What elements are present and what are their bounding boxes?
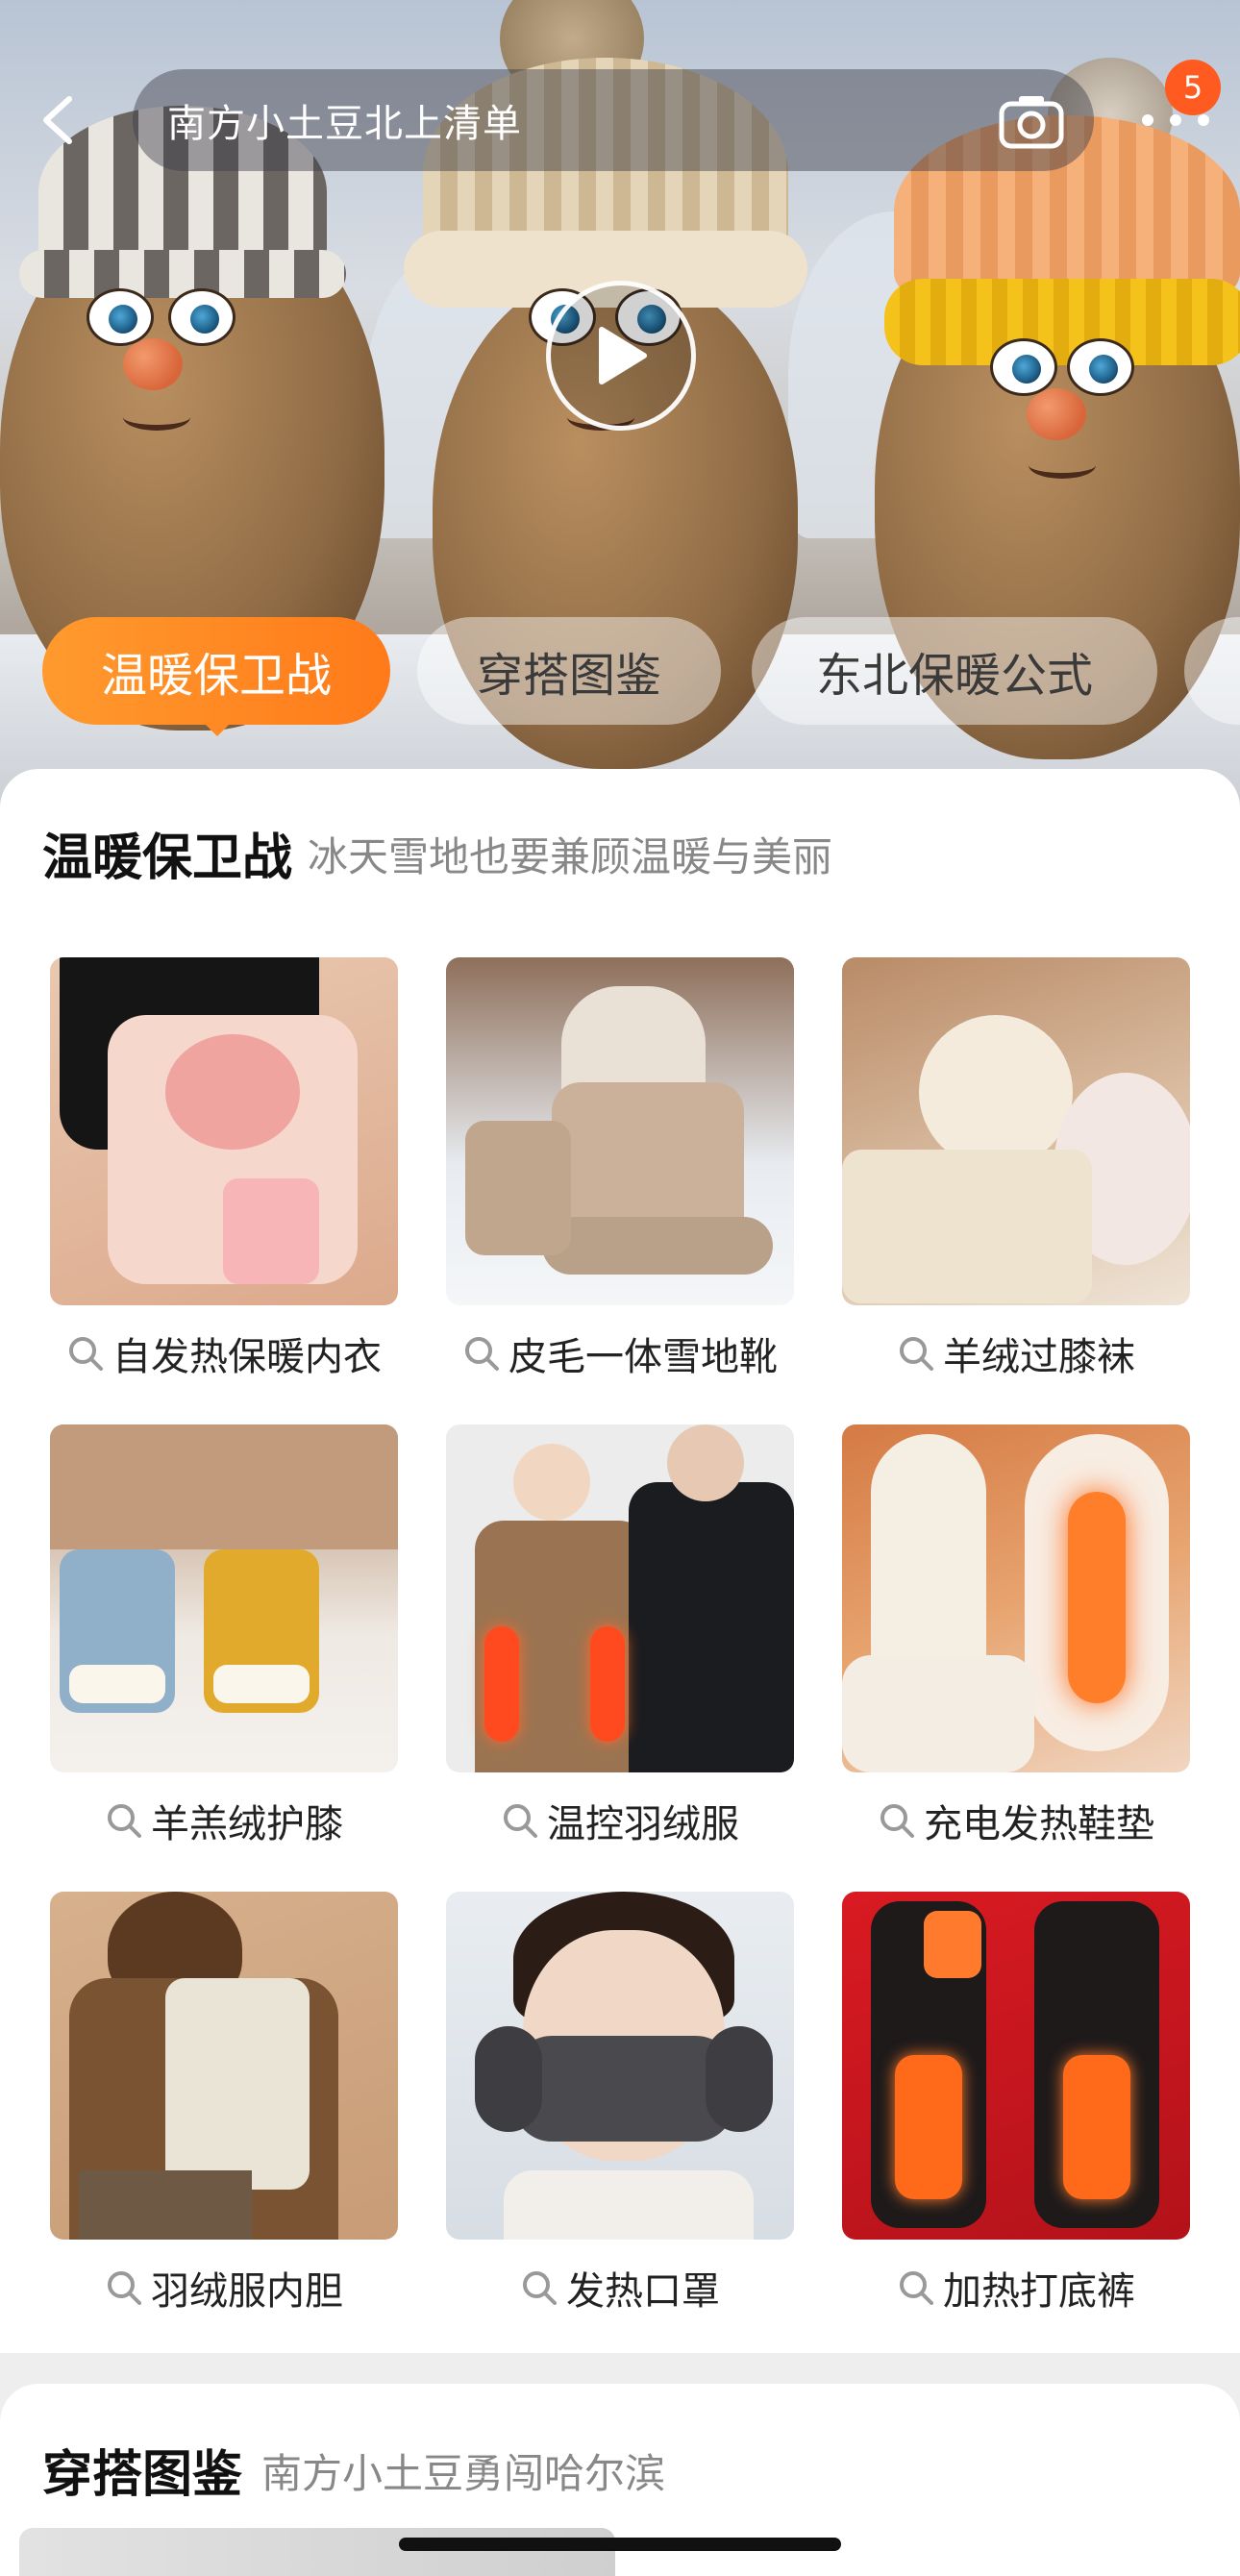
product-image	[50, 957, 398, 1305]
section-title: 温暖保卫战	[42, 830, 293, 887]
hero-video-banner[interactable]: 南方小土豆北上清单 5 温暖保卫战 穿搭图鉴 东北保暖公式	[0, 0, 1240, 827]
search-icon	[465, 1337, 499, 1371]
product-card[interactable]: 皮毛一体雪地靴	[446, 957, 794, 1382]
product-image	[842, 1424, 1190, 1772]
product-card[interactable]: 充电发热鞋垫	[842, 1424, 1190, 1849]
product-card[interactable]: 加热打底裤	[842, 1892, 1190, 2316]
camera-search-button[interactable]	[998, 92, 1065, 150]
product-image	[446, 1892, 794, 2240]
more-dots-icon	[1142, 114, 1153, 126]
product-label: 羊羔绒护膝	[151, 1802, 343, 1846]
search-icon	[523, 2271, 557, 2305]
product-card[interactable]: 自发热保暖内衣	[50, 957, 398, 1382]
tab-more-partial[interactable]	[1184, 617, 1240, 725]
section-subtitle: 冰天雪地也要兼顾温暖与美丽	[308, 833, 833, 880]
product-label: 发热口罩	[566, 2269, 720, 2314]
product-label: 温控羽绒服	[547, 1802, 739, 1846]
tab-warmth[interactable]: 温暖保卫战	[42, 617, 390, 725]
category-tabs: 温暖保卫战 穿搭图鉴 东北保暖公式	[0, 617, 1240, 728]
search-icon	[900, 2271, 933, 2305]
back-button[interactable]	[29, 91, 87, 149]
section-title: 穿搭图鉴	[42, 2446, 243, 2504]
product-card[interactable]: 发热口罩	[446, 1892, 794, 2316]
product-image	[50, 1892, 398, 2240]
search-icon	[900, 1337, 933, 1371]
notification-badge: 5	[1165, 60, 1221, 115]
product-card[interactable]: 温控羽绒服	[446, 1424, 794, 1849]
product-label: 加热打底裤	[943, 2269, 1135, 2314]
product-image	[50, 1424, 398, 1772]
product-label: 皮毛一体雪地靴	[508, 1335, 778, 1379]
search-bar[interactable]: 南方小土豆北上清单	[133, 69, 1094, 171]
tab-outfits[interactable]: 穿搭图鉴	[417, 617, 721, 725]
home-indicator[interactable]	[399, 2538, 841, 2551]
section-subtitle: 南方小土豆勇闯哈尔滨	[261, 2450, 666, 2497]
product-card[interactable]: 羊绒过膝袜	[842, 957, 1190, 1382]
play-icon	[599, 327, 647, 384]
product-image	[446, 957, 794, 1305]
tab-northeast-formula[interactable]: 东北保暖公式	[752, 617, 1157, 725]
product-card[interactable]: 羊羔绒护膝	[50, 1424, 398, 1849]
search-icon	[880, 1804, 914, 1838]
product-label: 充电发热鞋垫	[924, 1802, 1154, 1846]
search-query-text: 南方小土豆北上清单	[167, 102, 522, 146]
chevron-left-icon	[43, 96, 72, 144]
search-icon	[108, 1804, 141, 1838]
product-label: 羊绒过膝袜	[943, 1335, 1135, 1379]
search-icon	[504, 1804, 537, 1838]
camera-icon	[999, 96, 1064, 149]
search-icon	[108, 2271, 141, 2305]
section-warmth: 温暖保卫战 冰天雪地也要兼顾温暖与美丽 自发热保暖内衣 皮毛一体雪地靴 羊绒过膝…	[0, 769, 1240, 2353]
active-tab-pointer	[204, 723, 231, 736]
product-image	[842, 957, 1190, 1305]
search-icon	[69, 1337, 103, 1371]
product-image	[842, 1892, 1190, 2240]
product-label: 羽绒服内胆	[151, 2269, 343, 2314]
product-image	[446, 1424, 794, 1772]
play-video-button[interactable]	[546, 281, 696, 431]
product-card[interactable]: 羽绒服内胆	[50, 1892, 398, 2316]
product-label: 自发热保暖内衣	[112, 1335, 382, 1379]
outfit-preview-image[interactable]	[19, 2528, 615, 2576]
